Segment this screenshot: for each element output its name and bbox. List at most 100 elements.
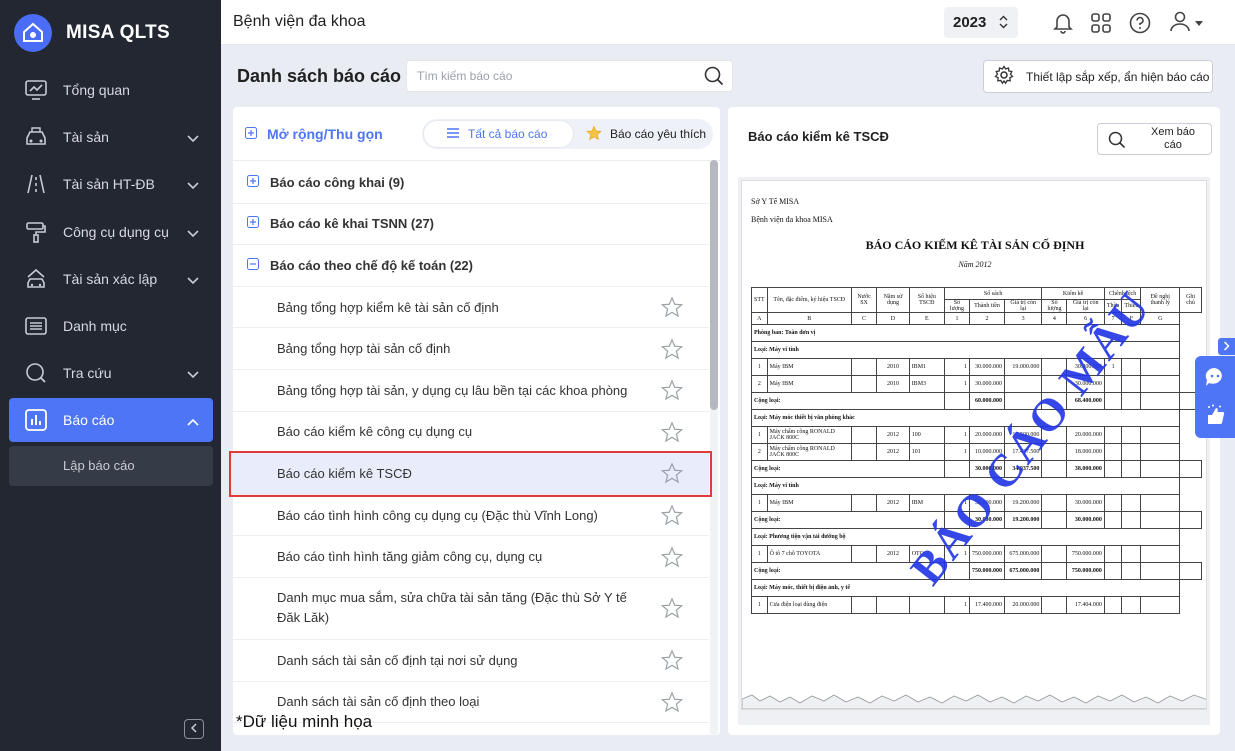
sidebar-item-tong-quan[interactable]: Tổng quan bbox=[9, 68, 213, 112]
sidebar-item-label: Tài sản HT-ĐB bbox=[63, 176, 155, 193]
report-search-input[interactable] bbox=[417, 61, 697, 91]
tab-favorite-reports[interactable]: Báo cáo yêu thích bbox=[582, 121, 712, 147]
doc-cell: Loại: Máy móc thiết bị văn phòng khác bbox=[750, 409, 1181, 427]
report-list-header: Mở rộng/Thu gọn Tất cả báo cáo Báo cáo y… bbox=[233, 107, 720, 161]
plus-square-icon[interactable] bbox=[247, 216, 259, 231]
sidebar-item-tai-san[interactable]: Tài sản bbox=[9, 115, 213, 159]
report-settings-button[interactable]: Thiết lập sắp xếp, ẩn hiện báo cáo bbox=[983, 60, 1213, 93]
feedback-like-icon[interactable] bbox=[1204, 404, 1226, 426]
sidebar-item-bao-cao[interactable]: Báo cáo bbox=[9, 398, 213, 443]
doc-cell bbox=[850, 375, 878, 393]
doc-cell: Kiểm kê bbox=[1041, 287, 1105, 300]
page-title: Danh sách báo cáo bbox=[237, 66, 402, 86]
doc-cell: 750.000.000 bbox=[1066, 562, 1105, 580]
org-name[interactable]: Bệnh viện đa khoa bbox=[233, 13, 366, 31]
float-expand-button[interactable] bbox=[1218, 338, 1235, 355]
chevron-down-icon bbox=[187, 366, 199, 382]
doc-cell bbox=[1140, 545, 1181, 563]
doc-cell bbox=[850, 358, 878, 376]
star-outline-icon[interactable] bbox=[660, 597, 684, 625]
doc-cell: IBM bbox=[908, 494, 945, 512]
monitor-chart-icon bbox=[23, 77, 49, 103]
tab-all-reports[interactable]: Tất cả báo cáo bbox=[424, 121, 573, 147]
doc-cell: D bbox=[876, 312, 910, 325]
report-item-label: Báo cáo tình hình tăng giảm công cụ, dụn… bbox=[277, 549, 543, 565]
star-outline-icon[interactable] bbox=[660, 545, 684, 571]
doc-cell: 2 bbox=[751, 443, 768, 461]
expand-collapse-toggle[interactable]: Mở rộng/Thu gọn bbox=[245, 126, 383, 142]
doc-cell: 60.000.000 bbox=[968, 392, 1005, 410]
report-preview-area[interactable]: Sở Y Tế MISA Bệnh viện đa khoa MISA BÁO … bbox=[738, 177, 1210, 725]
doc-cell: 30.000.000 bbox=[1066, 494, 1105, 512]
report-item[interactable]: Bảng tổng hợp tài sản cố định bbox=[233, 328, 709, 370]
report-list-scrollbar[interactable] bbox=[710, 160, 718, 410]
sidebar-item-tai-san-xac-lap[interactable]: Tài sản xác lập bbox=[9, 257, 213, 301]
doc-cell: Số lượng bbox=[943, 299, 970, 313]
chat-support-icon[interactable] bbox=[1204, 366, 1226, 388]
doc-cell bbox=[850, 443, 878, 461]
collapse-sidebar-button[interactable] bbox=[184, 719, 204, 739]
apps-grid-icon[interactable] bbox=[1089, 11, 1113, 35]
report-group-row[interactable]: Báo cáo công khai (9) bbox=[233, 162, 709, 204]
report-item[interactable]: Danh mục mua sắm, sửa chữa tài sản tăng … bbox=[233, 578, 709, 640]
year-selector[interactable]: 2023 bbox=[944, 7, 1018, 38]
doc-row: Cộng loại: 750.000.000 675.000.000 750.000.… bbox=[751, 562, 1202, 580]
plus-square-icon[interactable] bbox=[247, 174, 259, 190]
sidebar: MISA QLTS Tổng quan Tài sản Tài sản HT-Đ… bbox=[0, 0, 221, 751]
report-item-selected[interactable]: Báo cáo kiểm kê TSCĐ bbox=[233, 453, 709, 495]
report-group-row[interactable]: Báo cáo kê khai TSNN (27) bbox=[233, 204, 709, 246]
view-report-button[interactable]: Xem báo cáo bbox=[1097, 123, 1212, 155]
gear-icon bbox=[994, 65, 1014, 88]
star-outline-icon[interactable] bbox=[660, 649, 684, 674]
doc-cell: Máy IBM bbox=[766, 494, 852, 512]
doc-cell: 1 bbox=[943, 358, 970, 376]
star-outline-icon[interactable] bbox=[660, 504, 684, 529]
doc-cell: Loại: Máy móc, thiết bị điện ảnh, y tế bbox=[750, 579, 1181, 597]
doc-cell bbox=[1103, 392, 1123, 410]
doc-cell bbox=[1103, 596, 1123, 614]
doc-title: BÁO CÁO KIỂM KÊ TÀI SẢN CỐ ĐỊNH bbox=[865, 238, 1085, 252]
doc-cell bbox=[1103, 494, 1123, 512]
up-down-arrows-icon bbox=[999, 15, 1008, 33]
report-list-panel: Mở rộng/Thu gọn Tất cả báo cáo Báo cáo y… bbox=[233, 107, 720, 735]
star-outline-icon[interactable] bbox=[660, 421, 684, 446]
report-group-row[interactable]: Báo cáo theo chế độ kế toán (22) bbox=[233, 245, 709, 287]
report-item[interactable]: Bảng tổng hợp tài sản, y dụng cụ lâu bền… bbox=[233, 370, 709, 412]
doc-cell: 2 bbox=[751, 375, 768, 393]
report-item[interactable]: Danh sách tài sản cố định tại nơi sử dụn… bbox=[233, 640, 709, 682]
sidebar-item-tai-san-ht-db[interactable]: Tài sản HT-ĐB bbox=[9, 162, 213, 206]
report-item[interactable]: Báo cáo kiểm kê công cụ dụng cụ bbox=[233, 412, 709, 454]
report-item-label: Bảng tổng hợp tài sản cố định bbox=[277, 341, 451, 357]
bell-icon[interactable] bbox=[1051, 11, 1075, 35]
doc-cell bbox=[1041, 545, 1068, 563]
doc-cell: 1 bbox=[751, 596, 768, 614]
sidebar-item-cong-cu-dung-cu[interactable]: Công cụ dụng cụ bbox=[9, 210, 213, 254]
topbar: Bệnh viện đa khoa 2023 bbox=[221, 0, 1235, 45]
sidebar-item-danh-muc[interactable]: Danh mục bbox=[9, 304, 213, 348]
minus-square-icon[interactable] bbox=[247, 257, 259, 273]
doc-cell: Máy chấm công RONALD JACK 800C bbox=[766, 443, 852, 461]
star-outline-icon[interactable] bbox=[660, 296, 684, 321]
caret-down-icon bbox=[1195, 14, 1203, 32]
help-icon[interactable] bbox=[1128, 11, 1152, 35]
doc-row: 2 Máy chấm công RONALD JACK 800C 2012 101 1 1… bbox=[751, 443, 1202, 461]
sidebar-item-tra-cuu[interactable]: Tra cứu bbox=[9, 351, 213, 395]
report-group-label: Báo cáo công khai (9) bbox=[270, 174, 405, 190]
report-item[interactable]: Báo cáo tình hình công cụ dụng cụ (Đặc t… bbox=[233, 495, 709, 537]
sidebar-subitem-lap-bao-cao[interactable]: Lập báo cáo bbox=[9, 445, 213, 486]
star-outline-icon[interactable] bbox=[660, 337, 684, 363]
star-outline-icon[interactable] bbox=[660, 462, 684, 487]
tab-all-label: Tất cả báo cáo bbox=[468, 127, 548, 141]
user-menu[interactable] bbox=[1166, 11, 1206, 35]
brand[interactable]: MISA QLTS bbox=[14, 14, 170, 52]
doc-cell: 30.000.000 bbox=[1066, 511, 1105, 529]
search-icon[interactable] bbox=[704, 66, 724, 91]
doc-cell: Năm sử dụng bbox=[876, 287, 910, 313]
report-item[interactable]: Bảng tổng hợp kiểm kê tài sản cố định bbox=[233, 287, 709, 329]
doc-cell: 750.000.000 bbox=[968, 562, 1005, 580]
star-outline-icon[interactable] bbox=[660, 379, 684, 404]
star-outline-icon[interactable] bbox=[660, 691, 684, 716]
doc-cell: 1 bbox=[751, 426, 768, 444]
report-item-label: Danh sách tài sản cố định tại nơi sử dụn… bbox=[277, 652, 518, 668]
report-item[interactable]: Báo cáo tình hình tăng giảm công cụ, dụn… bbox=[233, 536, 709, 578]
